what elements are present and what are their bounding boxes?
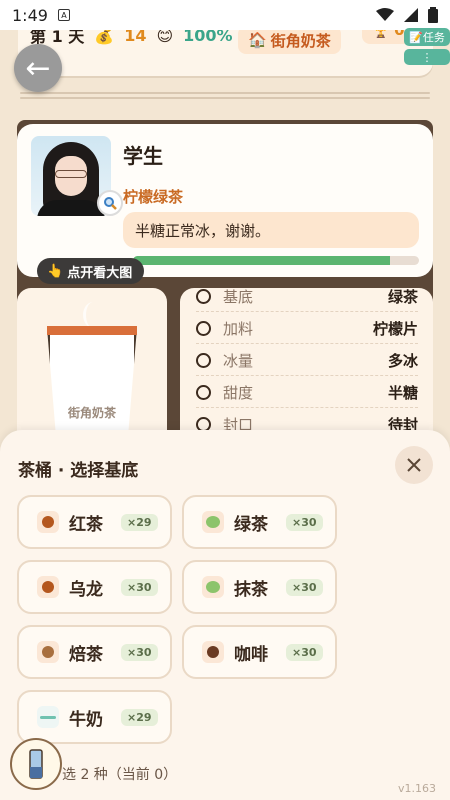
view-big-label: 点开看大图 [67, 265, 133, 281]
tea-leaf-icon [202, 576, 224, 598]
base-select-sheet: 茶桶 · 选择基底 红茶 ×29 绿茶 ×30 乌龙 ×30 抹茶 ×30 焙茶… [0, 430, 450, 800]
task-button[interactable]: 📝 任务 [404, 28, 450, 46]
base-option-hongcha[interactable]: 红茶 ×29 [17, 495, 172, 549]
customer-name: 学生 [123, 144, 163, 168]
back-button[interactable]: ← [14, 44, 62, 92]
divider [20, 92, 430, 102]
option-count: ×30 [286, 643, 323, 661]
shop-name-chip[interactable]: 🏠 街角奶茶 [238, 26, 341, 54]
ordered-drink: 柠檬绿茶 [123, 188, 184, 206]
cup-label: 街角奶茶 [67, 406, 116, 420]
tea-leaf-icon [37, 511, 59, 533]
memo-icon: 📝 [409, 30, 423, 44]
recipe-value: 柠檬片 [372, 320, 418, 338]
tea-leaf-icon [37, 576, 59, 598]
sheet-title: 茶桶 · 选择基底 [18, 461, 139, 481]
magnifier-icon[interactable] [97, 190, 123, 216]
pointing-hand-icon: 👆 [47, 263, 64, 279]
view-big-button[interactable]: 👆 点开看大图 [37, 258, 145, 284]
base-option-beicha[interactable]: 焙茶 ×30 [17, 625, 172, 679]
customer-card: 学生 柠檬绿茶 半糖正常冰，谢谢。 [17, 124, 433, 277]
unchecked-circle-icon [196, 353, 211, 368]
notification-icon: A [57, 9, 70, 21]
version-label: v1.163 [398, 782, 437, 795]
option-name: 牛奶 [69, 709, 103, 730]
milk-icon [37, 706, 59, 728]
close-button[interactable] [395, 446, 433, 484]
status-time: 1:49 [12, 5, 48, 25]
recipe-value: 绿茶 [387, 288, 418, 306]
selection-hint: 选 2 种（当前 0） [62, 767, 178, 783]
cup-rim [47, 326, 137, 335]
cup-panel: 街角奶茶 [17, 288, 167, 450]
unchecked-circle-icon [196, 289, 211, 304]
patience-fill [133, 256, 391, 265]
tea-leaf-icon [202, 511, 224, 533]
option-count: ×30 [286, 578, 323, 596]
coffee-bean-icon [202, 641, 224, 663]
task-label: 任务 [422, 31, 445, 44]
more-button[interactable]: ⋮ [404, 49, 450, 65]
base-option-wulong[interactable]: 乌龙 ×30 [17, 560, 172, 614]
unchecked-circle-icon [196, 385, 211, 400]
option-name: 绿茶 [234, 514, 268, 535]
signal-icon [404, 8, 418, 22]
cup-icon [29, 749, 43, 779]
recipe-label: 甜度 [223, 384, 254, 402]
option-name: 焙茶 [69, 644, 103, 665]
recipe-row: 甜度 半糖 [196, 378, 418, 408]
status-bar: 1:49 A [0, 0, 450, 30]
base-option-lvcha[interactable]: 绿茶 ×30 [182, 495, 337, 549]
option-name: 乌龙 [69, 579, 103, 600]
base-option-kafei[interactable]: 咖啡 ×30 [182, 625, 337, 679]
recipe-row: 基底 绿茶 [196, 288, 418, 312]
option-count: ×30 [121, 578, 158, 596]
option-name: 抹茶 [234, 579, 268, 600]
speech-bubble: 半糖正常冰，谢谢。 [123, 212, 419, 248]
option-count: ×30 [286, 513, 323, 531]
recipe-value: 多冰 [387, 352, 418, 370]
recipe-label: 加料 [223, 320, 254, 338]
recipe-value: 半糖 [387, 384, 418, 402]
base-option-mocha[interactable]: 抹茶 ×30 [182, 560, 337, 614]
cup-preview-button[interactable] [10, 738, 62, 790]
option-count: ×29 [121, 708, 158, 726]
wifi-icon [376, 8, 394, 21]
arrow-left-icon: ← [25, 50, 51, 86]
option-name: 红茶 [69, 514, 103, 535]
option-name: 咖啡 [234, 644, 268, 665]
option-count: ×30 [121, 643, 158, 661]
battery-icon [428, 7, 438, 23]
recipe-row: 加料 柠檬片 [196, 314, 418, 344]
shop-name: 街角奶茶 [270, 31, 331, 50]
patience-bar [133, 256, 419, 265]
house-icon: 🏠 [248, 31, 267, 49]
tea-leaf-icon [37, 641, 59, 663]
close-icon [407, 458, 421, 472]
recipe-row: 冰量 多冰 [196, 346, 418, 376]
recipe-checklist: 基底 绿茶 加料 柠檬片 冰量 多冰 甜度 半糖 封口 待封 [180, 288, 433, 450]
option-count: ×29 [121, 513, 158, 531]
base-option-niunai[interactable]: 牛奶 ×29 [17, 690, 172, 744]
steam-icon [83, 302, 103, 328]
recipe-label: 基底 [223, 288, 254, 306]
unchecked-circle-icon [196, 321, 211, 336]
recipe-label: 冰量 [223, 352, 254, 370]
